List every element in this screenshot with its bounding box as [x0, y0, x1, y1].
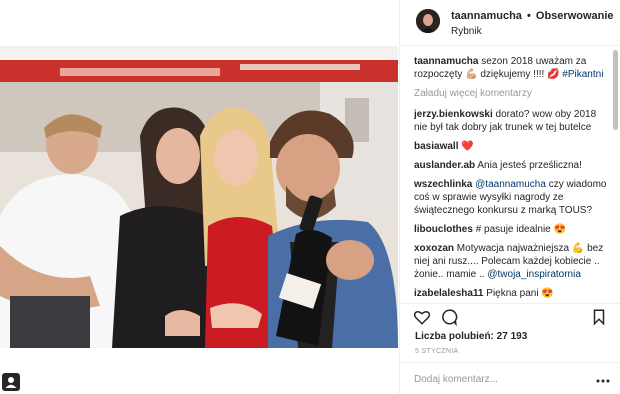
comment-username[interactable]: basiawall	[414, 141, 458, 152]
comment-item: xoxozan Motywacja najważniejsza 💪 bez ni…	[414, 242, 612, 281]
header-line: taannamucha • Obserwowanie	[451, 10, 614, 22]
comment-username[interactable]: auslander.ab	[414, 160, 475, 171]
comment-username[interactable]: libouclothes	[414, 224, 473, 235]
caption-username[interactable]: taannamucha	[414, 56, 478, 67]
comment-username[interactable]: xoxozan	[414, 243, 454, 254]
location-link[interactable]: Rybnik	[451, 26, 482, 37]
caption-hashtag[interactable]: #Pikantni	[562, 69, 603, 80]
avatar[interactable]	[416, 9, 440, 33]
comment-item: auslander.ab Ania jesteś prześliczna!	[414, 159, 612, 172]
speech-bubble-icon[interactable]	[440, 308, 458, 327]
comment-text: ❤️	[461, 141, 474, 152]
add-comment-bar	[400, 362, 620, 394]
post-actions	[400, 303, 620, 329]
header-separator: •	[526, 10, 531, 22]
caption: taannamucha sezon 2018 uważam za rozpocz…	[414, 55, 612, 81]
comment-text: # pasuje idealnie 😍	[475, 224, 566, 235]
follow-button[interactable]: Obserwowanie	[536, 10, 614, 22]
comment-username[interactable]: wszechlinka	[414, 179, 472, 190]
bookmark-icon[interactable]	[590, 308, 608, 326]
comments-scrollbar[interactable]	[613, 48, 618, 298]
comment-item: basiawall ❤️	[414, 140, 612, 153]
comment-mention[interactable]: @taannamucha	[475, 179, 546, 190]
post-date: 5 STYCZNIA	[415, 348, 459, 355]
heart-outline-icon[interactable]	[413, 308, 431, 326]
add-comment-input[interactable]	[414, 371, 584, 387]
comment-item: jerzy.bienkowski dorato? wow oby 2018 ni…	[414, 108, 612, 134]
comment-item: izabelalesha11 Piękna pani 😍	[414, 287, 612, 300]
comments-list: taannamucha sezon 2018 uważam za rozpocz…	[414, 55, 612, 305]
comment-text: Piękna pani 😍	[486, 288, 554, 299]
comment-item: libouclothes # pasuje idealnie 😍	[414, 223, 612, 236]
more-dots-icon[interactable]	[596, 373, 610, 383]
load-more-comments-button[interactable]: Załaduj więcej komentarzy	[414, 87, 612, 100]
comment-username[interactable]: jerzy.bienkowski	[414, 109, 493, 120]
post-sidebar: taannamucha • Obserwowanie Rybnik taanna…	[399, 0, 620, 394]
post-photo-illustration	[0, 46, 398, 348]
likes-count[interactable]: Liczba polubień: 27 193	[415, 331, 527, 342]
post-header: taannamucha • Obserwowanie Rybnik	[400, 0, 620, 46]
user-silhouette-icon[interactable]	[2, 373, 20, 391]
scrollbar-thumb[interactable]	[613, 50, 618, 130]
post-photo[interactable]	[0, 46, 398, 348]
comment-text: Ania jesteś prześliczna!	[477, 160, 582, 171]
comment-mention[interactable]: @twoja_inspiratornia	[487, 269, 581, 280]
header-username[interactable]: taannamucha	[451, 10, 522, 22]
comment-item: wszechlinka @taannamucha czy wiadomo coś…	[414, 178, 612, 217]
comment-username[interactable]: izabelalesha11	[414, 288, 484, 299]
